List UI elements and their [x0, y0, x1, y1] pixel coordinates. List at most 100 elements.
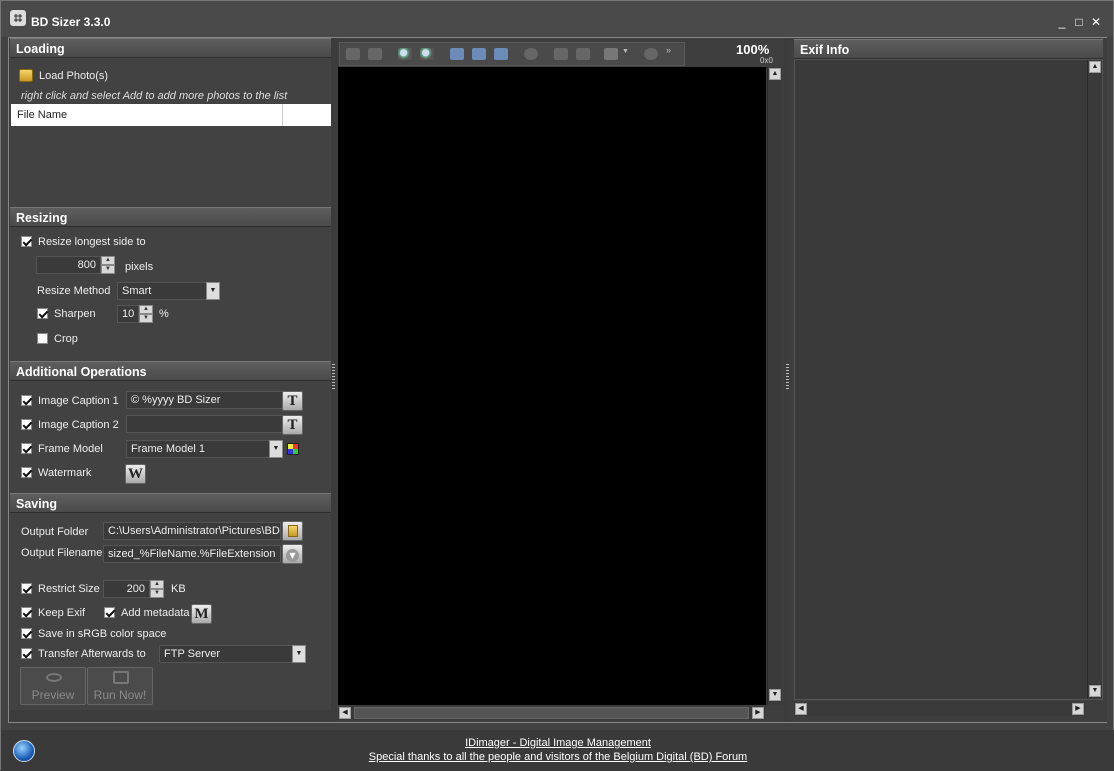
close-button[interactable]: ✕: [1089, 15, 1103, 29]
metadata-button[interactable]: M: [191, 604, 212, 624]
filename-options-button[interactable]: ▼: [282, 544, 303, 564]
preview-button[interactable]: Preview: [20, 667, 86, 705]
caption1-input[interactable]: © %yyyy BD Sizer: [126, 391, 283, 409]
exif-scroll-left-arrow[interactable]: ◀: [795, 703, 807, 715]
caption2-checkbox[interactable]: [21, 419, 32, 430]
browse-folder-button[interactable]: [282, 521, 303, 541]
image-dimensions: 0x0: [760, 56, 773, 65]
main-frame: Loading Load Photo(s) right click and se…: [8, 37, 1107, 723]
transfer-dropdown[interactable]: ▼: [292, 645, 306, 663]
frame-model-dropdown[interactable]: ▼: [269, 440, 283, 458]
idimager-link[interactable]: IDimager - Digital Image Management: [1, 737, 1114, 749]
fit-window-icon[interactable]: [450, 48, 464, 60]
resize-method-label: Resize Method: [37, 285, 111, 297]
preview-eye-icon[interactable]: [524, 48, 538, 60]
first-image-icon[interactable]: [346, 48, 360, 60]
resize-checkbox[interactable]: [21, 236, 32, 247]
size-spin-up[interactable]: ▲: [101, 256, 115, 265]
caption2-label: Image Caption 2: [38, 419, 119, 431]
window-title: BD Sizer 3.3.0: [31, 15, 111, 29]
minimize-button[interactable]: _: [1055, 15, 1069, 29]
rotate-icon[interactable]: [644, 48, 658, 60]
exif-horizontal-scrollbar[interactable]: ◀ ▶: [794, 702, 1086, 716]
zoom-level: 100%: [736, 42, 770, 57]
app-window: BD Sizer 3.3.0 _ □ ✕ Loading Load Photo(…: [0, 0, 1114, 771]
resize-method-dropdown[interactable]: ▼: [206, 282, 220, 300]
save-icon[interactable]: [554, 48, 568, 60]
restrict-spin-down[interactable]: ▼: [150, 589, 164, 598]
sharpen-spin-up[interactable]: ▲: [139, 305, 153, 314]
sharpen-spin-down[interactable]: ▼: [139, 314, 153, 323]
exif-scroll-down-arrow[interactable]: ▼: [1089, 685, 1101, 697]
footer: IDimager - Digital Image Management Spec…: [1, 730, 1114, 771]
more-tools-icon[interactable]: »: [666, 45, 676, 57]
file-list-header: File Name: [11, 104, 331, 126]
file-name-column[interactable]: File Name: [17, 109, 67, 121]
folder-photo-icon: [19, 69, 33, 82]
zoom-out-icon[interactable]: [420, 48, 434, 60]
folder-icon: [287, 525, 298, 537]
resize-method-select[interactable]: Smart: [117, 282, 207, 300]
load-photos-label: Load Photo(s): [39, 70, 109, 82]
caption2-input[interactable]: [126, 415, 283, 433]
output-filename-input[interactable]: sized_%FileName.%FileExtension: [103, 545, 281, 563]
exif-scroll-right-arrow[interactable]: ▶: [1072, 703, 1084, 715]
caption1-checkbox[interactable]: [21, 395, 32, 406]
keep-exif-label: Keep Exif: [38, 607, 86, 619]
transfer-select[interactable]: FTP Server: [159, 645, 293, 663]
frame-model-select[interactable]: Frame Model 1: [126, 440, 270, 458]
viewer-horizontal-scrollbar[interactable]: ◀ ▶: [338, 706, 766, 720]
add-metadata-checkbox[interactable]: [104, 607, 115, 618]
sharpen-checkbox[interactable]: [37, 308, 48, 319]
load-photos-button[interactable]: Load Photo(s): [19, 68, 139, 86]
left-splitter-handle[interactable]: [332, 364, 335, 390]
color-grid-icon[interactable]: [287, 443, 299, 455]
maximize-button[interactable]: □: [1072, 15, 1086, 29]
exif-scroll-up-arrow[interactable]: ▲: [1089, 61, 1101, 73]
run-now-button[interactable]: Run Now!: [87, 667, 153, 705]
scroll-down-arrow[interactable]: ▼: [769, 689, 781, 701]
caption2-text-button[interactable]: T: [282, 415, 303, 435]
run-now-label: Run Now!: [93, 688, 147, 702]
viewer-vertical-scrollbar[interactable]: ▲ ▼: [767, 67, 782, 705]
scroll-right-arrow[interactable]: ▶: [752, 707, 764, 719]
exif-vertical-scrollbar[interactable]: ▲ ▼: [1087, 60, 1102, 699]
resize-size-input[interactable]: 800: [36, 256, 101, 274]
restrict-spin-up[interactable]: ▲: [150, 580, 164, 589]
sharpen-label: Sharpen: [54, 308, 96, 320]
restrict-size-checkbox[interactable]: [21, 583, 32, 594]
next-image-icon[interactable]: [368, 48, 382, 60]
load-hint: right click and select Add to add more p…: [21, 90, 288, 102]
fullscreen-icon[interactable]: [494, 48, 508, 60]
watermark-checkbox[interactable]: [21, 467, 32, 478]
exif-panel: Exif Info ▲ ▼ ◀ ▶: [791, 38, 1107, 722]
undo-icon[interactable]: [576, 48, 590, 60]
right-splitter-handle[interactable]: [786, 364, 789, 390]
frame-model-checkbox[interactable]: [21, 443, 32, 454]
zoom-in-icon[interactable]: [398, 48, 412, 60]
crop-checkbox[interactable]: [37, 333, 48, 344]
size-spin-down[interactable]: ▼: [101, 265, 115, 274]
file-list[interactable]: [11, 126, 331, 204]
keep-exif-checkbox[interactable]: [21, 607, 32, 618]
watermark-button[interactable]: W: [125, 464, 146, 484]
actual-size-icon[interactable]: [472, 48, 486, 60]
scroll-thumb[interactable]: [354, 707, 749, 719]
output-folder-input[interactable]: C:\Users\Administrator\Pictures\BD: [103, 522, 281, 540]
caption1-text-button[interactable]: T: [282, 391, 303, 411]
output-filename-label: Output Filename: [21, 547, 103, 559]
sharpen-input[interactable]: 10: [117, 305, 139, 323]
srgb-checkbox[interactable]: [21, 628, 32, 639]
settings-panel: Loading Load Photo(s) right click and se…: [10, 38, 331, 710]
scroll-left-arrow[interactable]: ◀: [339, 707, 351, 719]
restrict-size-input[interactable]: 200: [103, 580, 150, 598]
chevron-down-icon: ▼: [286, 549, 299, 562]
forum-thanks-link[interactable]: Special thanks to all the people and vis…: [1, 751, 1114, 763]
exif-list[interactable]: [794, 59, 1103, 700]
app-dice-icon: [10, 10, 26, 26]
image-canvas[interactable]: [338, 67, 766, 705]
scroll-up-arrow[interactable]: ▲: [769, 68, 781, 80]
crop-dropdown-icon[interactable]: ▼: [622, 48, 630, 60]
crop-tool-icon[interactable]: [604, 48, 618, 60]
transfer-checkbox[interactable]: [21, 648, 32, 659]
